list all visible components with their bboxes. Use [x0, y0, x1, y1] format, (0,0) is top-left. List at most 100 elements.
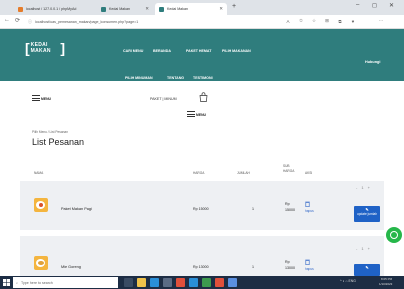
- product-name: Mie Goreng: [61, 265, 81, 269]
- edge-browser-icon[interactable]: [150, 278, 159, 287]
- close-window-button[interactable]: ✕: [389, 2, 394, 9]
- whatsapp-chat-icon[interactable]: [386, 227, 402, 243]
- profile-icon[interactable]: ♥: [350, 18, 356, 24]
- tab-label: Kedai Makan: [109, 7, 130, 11]
- new-tab-button[interactable]: +: [232, 3, 236, 10]
- tab-label: localhost / 127.0.0.1 / phpMyAd: [26, 7, 77, 11]
- close-tab-icon[interactable]: ✕: [145, 6, 149, 12]
- column-header-jumlah: JUMLAH: [237, 171, 250, 175]
- file-explorer-icon[interactable]: [137, 278, 146, 287]
- product-quantity: 1: [252, 265, 254, 269]
- pencil-icon: ✎: [365, 265, 369, 270]
- favorites-icon[interactable]: ☆: [311, 18, 317, 24]
- trash-icon[interactable]: [305, 259, 310, 265]
- info-icon: ⓘ: [28, 19, 32, 24]
- nav-paket-hemat[interactable]: PAKET HEMAT: [186, 49, 211, 53]
- favorite-star-icon[interactable]: ✩: [298, 18, 304, 24]
- subtotal-value: 15000: [285, 208, 295, 212]
- hamburger-menu-icon[interactable]: [32, 95, 40, 101]
- task-view-icon[interactable]: [124, 278, 133, 287]
- system-tray[interactable]: ^ ◖ ⌂ ENG: [340, 279, 356, 283]
- search-placeholder: Type here to search: [21, 280, 53, 285]
- decrement-button[interactable]: -: [356, 246, 357, 251]
- search-icon: ⌕: [16, 280, 19, 285]
- app-icon[interactable]: [228, 278, 237, 287]
- nav-tentang[interactable]: TENTANG: [167, 76, 184, 80]
- close-tab-icon[interactable]: ✕: [219, 6, 223, 12]
- minimize-button[interactable]: –: [356, 2, 359, 8]
- column-header-aksi: AKSI: [305, 171, 313, 175]
- nav-pilih-minuman[interactable]: PILIH MINUMAN: [125, 76, 153, 80]
- column-header-nama: NAMA: [34, 171, 44, 175]
- app-icon[interactable]: [215, 278, 224, 287]
- clock-time[interactable]: 8:05 PM: [381, 277, 392, 281]
- address-bar-row: ← ⟳ ⓘ localhost/uas_pemesanan_makan/page…: [0, 15, 404, 29]
- menu-toggle-label[interactable]: MENU: [196, 113, 206, 117]
- collections-icon[interactable]: ⊞: [324, 18, 330, 24]
- update-quantity-button[interactable]: ✎: [354, 264, 380, 276]
- trash-icon[interactable]: [305, 201, 310, 207]
- read-aloud-icon[interactable]: A: [285, 18, 291, 24]
- app-icon[interactable]: [189, 278, 198, 287]
- menu-toggle-label[interactable]: MENU: [41, 97, 51, 101]
- product-image: [34, 198, 48, 212]
- logo-bracket-right-icon: ]: [60, 40, 65, 56]
- nav-beranda[interactable]: BERANDA: [153, 49, 171, 53]
- logo-bracket-left-icon: [: [25, 40, 30, 56]
- subtotal-prefix: Rp: [285, 202, 290, 206]
- quantity-value[interactable]: 1: [361, 185, 363, 190]
- phpmyadmin-favicon-icon: [18, 6, 23, 12]
- subtotal-prefix: Rp: [285, 260, 290, 264]
- app-icon[interactable]: [176, 278, 185, 287]
- taskbar: ⌕ Type here to search ^ ◖ ⌂ ENG 8:05 PM …: [0, 276, 404, 289]
- windows-start-icon[interactable]: [3, 279, 10, 286]
- page-title: List Pesanan: [32, 137, 85, 147]
- store-icon[interactable]: [163, 278, 172, 287]
- product-price: Rp 15000: [193, 207, 209, 211]
- taskbar-search-input[interactable]: ⌕ Type here to search: [13, 277, 118, 288]
- column-header-harga: HARGA: [193, 171, 205, 175]
- nav-cari-menu[interactable]: CARI MENU: [123, 49, 143, 53]
- category-filter-text[interactable]: PAKET | MINUM: [150, 97, 177, 101]
- quantity-stepper[interactable]: - 1 +: [356, 246, 370, 251]
- subtotal-value: 13000: [285, 266, 295, 270]
- tab-kedai-makan-2[interactable]: Kedai Makan ✕: [155, 3, 227, 15]
- contact-link[interactable]: Hubungi: [365, 60, 380, 64]
- product-price: Rp 13000: [193, 265, 209, 269]
- browser-menu-icon[interactable]: [3, 3, 11, 15]
- tab-label: Kedai Makan: [167, 7, 188, 11]
- increment-button[interactable]: +: [368, 246, 370, 251]
- tab-phpmyadmin[interactable]: localhost / 127.0.0.1 / phpMyAd: [14, 3, 96, 15]
- url-field[interactable]: ⓘ localhost/uas_pemesanan_makan/page_kon…: [28, 18, 260, 26]
- tab-kedai-makan-1[interactable]: Kedai Makan ✕: [97, 3, 153, 15]
- site-favicon-icon: [159, 6, 164, 12]
- clock-date[interactable]: 1/10/2023: [379, 282, 392, 286]
- quantity-value[interactable]: 1: [361, 246, 363, 251]
- browser-tab-bar: localhost / 127.0.0.1 / phpMyAd Kedai Ma…: [0, 0, 404, 15]
- logo-text: KEDAI MAKAN: [30, 42, 51, 54]
- shopping-bag-icon[interactable]: [199, 92, 208, 102]
- decrement-button[interactable]: -: [356, 185, 357, 190]
- update-quantity-button[interactable]: ✎ update jumlah: [354, 206, 380, 222]
- quantity-stepper[interactable]: - 1 +: [356, 185, 370, 190]
- extensions-icon[interactable]: ⧉: [337, 18, 343, 24]
- column-header-sub-harga: SUB HARGA: [283, 164, 295, 173]
- app-icon[interactable]: [202, 278, 211, 287]
- nav-pilih-makanan[interactable]: PILIH MAKANAN: [222, 49, 251, 53]
- more-options-icon[interactable]: ⋯: [378, 18, 384, 24]
- url-text: localhost/uas_pemesanan_makan/page_konsu…: [35, 20, 139, 24]
- table-row: [20, 181, 384, 230]
- site-logo[interactable]: [ KEDAI MAKAN ]: [25, 40, 65, 56]
- hamburger-menu-icon[interactable]: [187, 111, 195, 117]
- increment-button[interactable]: +: [368, 185, 370, 190]
- back-arrow-icon[interactable]: ←: [4, 17, 10, 23]
- nav-testimoni[interactable]: TESTIMONI: [193, 76, 213, 80]
- maximize-button[interactable]: ◻: [372, 2, 377, 9]
- delete-link[interactable]: hapus: [305, 267, 314, 271]
- reload-icon[interactable]: ⟳: [15, 17, 20, 24]
- product-quantity: 1: [252, 207, 254, 211]
- delete-link[interactable]: hapus: [305, 209, 314, 213]
- breadcrumb[interactable]: Pilih Menu / List Pesanan: [32, 130, 68, 134]
- site-favicon-icon: [101, 6, 106, 12]
- table-row: [20, 236, 384, 276]
